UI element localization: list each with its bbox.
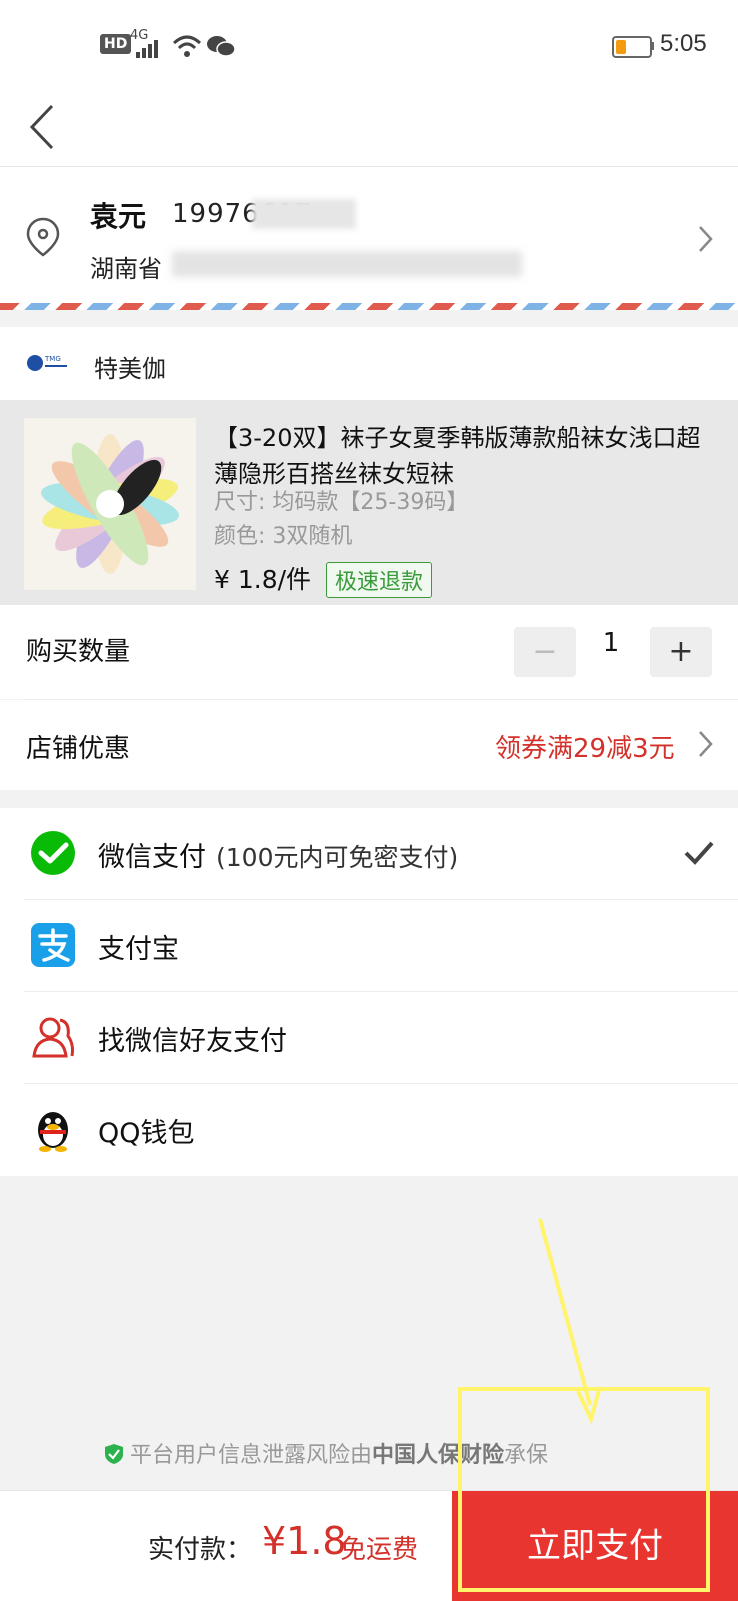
shop-header[interactable]: TMG 特美伽	[0, 327, 738, 400]
wifi-icon	[172, 35, 202, 57]
payment-note: (100元内可免密支付)	[216, 843, 459, 872]
increase-quantity-button[interactable]: +	[650, 627, 712, 677]
insurance-prefix: 平台用户信息泄露风险由	[130, 1443, 373, 1468]
actual-payment-label: 实付款：	[148, 1535, 253, 1565]
airmail-border	[0, 303, 738, 310]
decrease-quantity-button[interactable]: −	[514, 627, 576, 677]
recipient-name: 袁元	[90, 200, 147, 233]
payment-option-qq[interactable]: QQ钱包	[0, 1084, 738, 1176]
product-price: ¥ 1.8/件	[214, 565, 312, 594]
shield-icon	[105, 1444, 123, 1464]
coupon-value: 领券满29减3元	[495, 734, 675, 764]
annotation-highlight-box	[458, 1387, 710, 1592]
wechat-pay-icon	[31, 831, 75, 875]
payment-methods: 微信支付 (100元内可免密支付) 支付宝 找微信好友支付 QQ钱包	[0, 808, 738, 1176]
clock: 5:05	[660, 30, 707, 57]
shipping-address[interactable]: 袁元 19976697 湖南省	[0, 167, 738, 310]
product-title: 【3-20双】袜子女夏季韩版薄款船袜女浅口超薄隐形百搭丝袜女短袜	[214, 424, 701, 488]
quantity-label: 购买数量	[26, 637, 131, 667]
quantity-row: 购买数量 − 1 +	[0, 605, 738, 699]
address-line: 湖南省	[90, 255, 162, 283]
friend-pay-icon	[32, 1017, 74, 1058]
payment-option-wechat[interactable]: 微信支付 (100元内可免密支付)	[0, 808, 738, 900]
privacy-blur	[172, 251, 522, 277]
checkmark-icon	[684, 841, 714, 865]
battery-icon	[612, 36, 652, 58]
payment-label: 支付宝	[98, 934, 179, 965]
hd-badge: HD	[100, 34, 132, 54]
total-amount: ¥1.8	[262, 1519, 347, 1563]
battery-tip	[651, 42, 654, 50]
svg-text:TMG: TMG	[44, 355, 61, 363]
location-pin-icon	[26, 217, 60, 257]
shop-name: 特美伽	[94, 355, 166, 383]
payment-label: 找微信好友支付	[98, 1026, 287, 1057]
chevron-right-icon	[699, 226, 713, 252]
wechat-notification-icon	[207, 36, 236, 57]
payment-option-alipay[interactable]: 支付宝	[0, 900, 738, 992]
qq-wallet-icon	[38, 1112, 68, 1152]
product-size: 尺寸: 均码款【25-39码】	[214, 490, 469, 515]
navigation-bar	[0, 90, 738, 167]
signal-icon	[136, 40, 158, 58]
status-bar: HD 4G 5:05	[0, 0, 738, 90]
payment-option-friend[interactable]: 找微信好友支付	[0, 992, 738, 1084]
shop-logo: TMG	[27, 355, 67, 371]
fast-refund-badge: 极速退款	[326, 562, 433, 598]
alipay-icon	[31, 923, 75, 967]
shop-coupon-row[interactable]: 店铺优惠 领券满29减3元	[0, 700, 738, 790]
payment-label: QQ钱包	[98, 1118, 195, 1149]
quantity-value[interactable]: 1	[596, 628, 626, 658]
payment-label: 微信支付	[98, 842, 206, 873]
product-image	[24, 418, 196, 590]
product-color: 颜色: 3双随机	[214, 524, 353, 549]
chevron-left-icon[interactable]	[26, 102, 56, 152]
coupon-label: 店铺优惠	[26, 734, 131, 764]
chevron-right-icon	[699, 731, 713, 757]
product-card[interactable]: 【3-20双】袜子女夏季韩版薄款船袜女浅口超薄隐形百搭丝袜女短袜 尺寸: 均码款…	[0, 400, 738, 605]
privacy-blur	[252, 199, 356, 229]
free-shipping-label: 免运费	[340, 1535, 419, 1565]
